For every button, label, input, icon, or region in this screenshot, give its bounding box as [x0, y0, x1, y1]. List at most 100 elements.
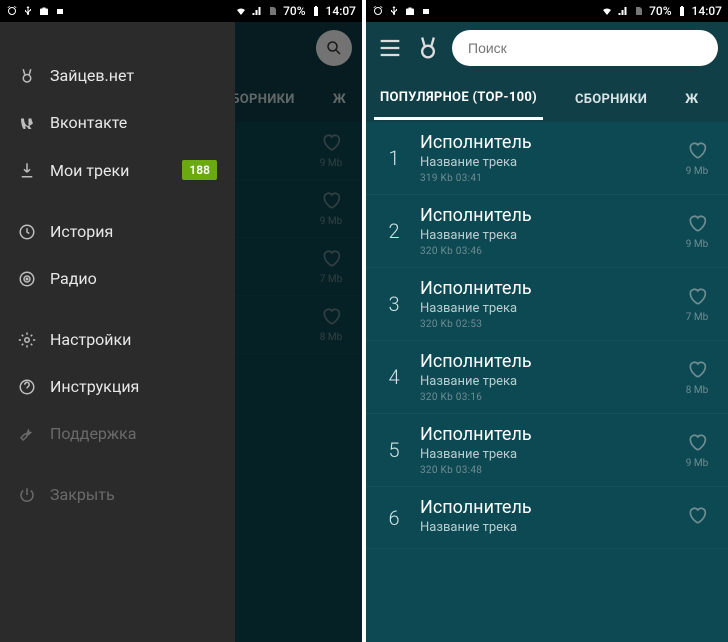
- tabs: ПОПУЛЯРНОЕ (TOP-100) СБОРНИКИ Ж: [366, 74, 728, 122]
- navigation-drawer: Зайцев.нет Вконтакте Мои треки 188 Истор…: [0, 22, 235, 642]
- drawer-item-support[interactable]: Поддержка: [0, 410, 235, 457]
- status-right: 70% 14:07: [235, 4, 356, 18]
- vk-icon: [18, 114, 36, 132]
- track-row[interactable]: 2 Исполнитель Название трека 320 Kb 03:4…: [366, 195, 728, 268]
- track-meta: 320 Kb 03:16: [420, 392, 680, 403]
- phone-right-tracklist: 70% 14:07 ПОПУЛЯРНОЕ (TOP-100) СБОРНИКИ …: [366, 0, 728, 642]
- heart-icon[interactable]: [687, 359, 707, 379]
- track-artist: Исполнитель: [420, 278, 680, 299]
- drawer-item-close[interactable]: Закрыть: [0, 471, 235, 518]
- track-info: Исполнитель Название трека 320 Kb 03:46: [414, 205, 680, 257]
- track-artist: Исполнитель: [420, 132, 680, 153]
- track-info: Исполнитель Название трека: [414, 497, 680, 538]
- track-list[interactable]: 1 Исполнитель Название трека 319 Kb 03:4…: [366, 122, 728, 642]
- download-icon: [18, 161, 36, 179]
- track-title: Название трека: [420, 155, 680, 170]
- track-title: Название трека: [420, 447, 680, 462]
- clock: 14:07: [692, 4, 722, 18]
- track-size: 8 Mb: [686, 385, 708, 396]
- mytracks-badge: 188: [182, 160, 217, 180]
- power-icon: [18, 486, 36, 504]
- drawer-item-vk[interactable]: Вконтакте: [0, 99, 235, 146]
- track-size: 9 Mb: [686, 166, 708, 177]
- app-logo-bunny-icon: [414, 34, 442, 62]
- status-right: 70% 14:07: [601, 4, 722, 18]
- track-size: 9 Mb: [686, 239, 708, 250]
- drawer-label: Мои треки: [50, 161, 129, 180]
- track-index: 2: [374, 219, 414, 243]
- battery-percent: 70%: [649, 4, 671, 18]
- track-artist: Исполнитель: [420, 497, 680, 518]
- signal-icon: [251, 5, 263, 17]
- drawer-label: Закрыть: [50, 485, 115, 504]
- battery-icon: [676, 5, 688, 17]
- track-info: Исполнитель Название трека 320 Kb 03:48: [414, 424, 680, 476]
- no-sim-icon: [633, 5, 645, 17]
- track-row[interactable]: 4 Исполнитель Название трека 320 Kb 03:1…: [366, 341, 728, 414]
- track-index: 6: [374, 506, 414, 530]
- usb-icon: [388, 5, 400, 17]
- track-title: Название трека: [420, 374, 680, 389]
- drawer-scrim[interactable]: [235, 22, 362, 642]
- android-icon: [420, 5, 432, 17]
- store-icon: [38, 5, 50, 17]
- drawer-label: Настройки: [50, 330, 131, 349]
- wrench-icon: [18, 425, 36, 443]
- drawer-item-mytracks[interactable]: Мои треки 188: [0, 146, 235, 194]
- track-title: Название трека: [420, 228, 680, 243]
- track-meta: 319 Kb 03:41: [420, 173, 680, 184]
- track-meta: 320 Kb 03:48: [420, 465, 680, 476]
- track-info: Исполнитель Название трека 320 Kb 03:16: [414, 351, 680, 403]
- battery-icon: [310, 5, 322, 17]
- track-index: 3: [374, 292, 414, 316]
- track-title: Название трека: [420, 301, 680, 316]
- wifi-icon: [235, 5, 247, 17]
- heart-icon[interactable]: [687, 432, 707, 452]
- drawer-item-radio[interactable]: Радио: [0, 255, 235, 302]
- menu-icon[interactable]: [376, 34, 404, 62]
- track-meta: 320 Kb 02:53: [420, 319, 680, 330]
- battery-percent: 70%: [283, 4, 305, 18]
- status-left-icons: [372, 5, 432, 17]
- bunny-icon: [18, 67, 36, 85]
- gear-icon: [18, 331, 36, 349]
- heart-icon[interactable]: [687, 213, 707, 233]
- track-index: 4: [374, 365, 414, 389]
- tab-collections[interactable]: СБОРНИКИ: [569, 78, 653, 119]
- usb-icon: [22, 5, 34, 17]
- drawer-label: Инструкция: [50, 377, 139, 396]
- track-row[interactable]: 5 Исполнитель Название трека 320 Kb 03:4…: [366, 414, 728, 487]
- status-bar: 70% 14:07: [366, 0, 728, 22]
- drawer-label: Вконтакте: [50, 113, 127, 132]
- drawer-item-help[interactable]: Инструкция: [0, 363, 235, 410]
- status-bar: 70% 14:07: [0, 0, 362, 22]
- store-icon: [404, 5, 416, 17]
- track-artist: Исполнитель: [420, 351, 680, 372]
- tab-extra[interactable]: Ж: [679, 78, 704, 119]
- wifi-icon: [601, 5, 613, 17]
- alarm-icon: [372, 5, 384, 17]
- track-size: 9 Mb: [686, 458, 708, 469]
- drawer-item-zaycev[interactable]: Зайцев.нет: [0, 52, 235, 99]
- track-meta: 320 Kb 03:46: [420, 246, 680, 257]
- track-row[interactable]: 3 Исполнитель Название трека 320 Kb 02:5…: [366, 268, 728, 341]
- heart-icon[interactable]: [687, 286, 707, 306]
- alarm-icon: [6, 5, 18, 17]
- tab-popular[interactable]: ПОПУЛЯРНОЕ (TOP-100): [374, 76, 543, 120]
- drawer-item-settings[interactable]: Настройки: [0, 316, 235, 363]
- track-index: 1: [374, 146, 414, 170]
- app-header: [366, 22, 728, 74]
- help-icon: [18, 378, 36, 396]
- search-input[interactable]: [452, 30, 718, 66]
- heart-icon[interactable]: [687, 505, 707, 525]
- track-row[interactable]: 1 Исполнитель Название трека 319 Kb 03:4…: [366, 122, 728, 195]
- heart-icon[interactable]: [687, 140, 707, 160]
- android-icon: [54, 5, 66, 17]
- drawer-label: Поддержка: [50, 424, 136, 443]
- drawer-item-history[interactable]: История: [0, 208, 235, 255]
- track-size: 7 Mb: [686, 312, 708, 323]
- clock-icon: [18, 223, 36, 241]
- track-row[interactable]: 6 Исполнитель Название трека: [366, 487, 728, 549]
- track-title: Название трека: [420, 520, 680, 535]
- track-info: Исполнитель Название трека 320 Kb 02:53: [414, 278, 680, 330]
